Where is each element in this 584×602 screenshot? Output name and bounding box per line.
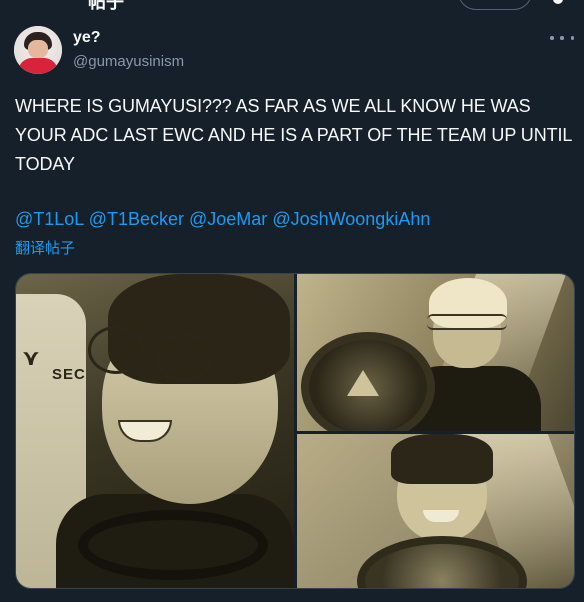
translate-post-link[interactable]: 翻译帖子 (15, 239, 75, 259)
photo-player-glasses[interactable]: ⋎ SEC (16, 274, 294, 588)
top-bar: 帖子 (0, 0, 584, 12)
glasses-right-lens (156, 334, 212, 382)
headphones (78, 510, 268, 580)
subscribe-button[interactable] (458, 0, 532, 10)
glasses-left-lens (88, 326, 144, 374)
media-grid: ⋎ SEC (15, 273, 575, 589)
more-horizontal-icon[interactable] (550, 30, 574, 46)
photo-player-trophy-blonde[interactable] (297, 274, 574, 431)
mention-link[interactable]: @T1LoL (15, 209, 84, 229)
mention-link[interactable]: @T1Becker (89, 209, 184, 229)
more-options-icon[interactable] (553, 0, 563, 4)
trophy-emblem-icon (347, 370, 379, 396)
author-handle[interactable]: @gumayusinism (73, 52, 184, 72)
mention-link[interactable]: @JoeMar (189, 209, 267, 229)
sponsor-logo-text: SEC (52, 366, 86, 383)
photo-player-trophy-smile[interactable] (297, 434, 574, 588)
author-display-name[interactable]: ye? (73, 28, 101, 48)
mentions-line: @T1LoL @T1Becker @JoeMar @JoshWoongkiAhn (15, 206, 430, 232)
hair (391, 434, 493, 484)
glasses (427, 314, 507, 330)
sponsor-logo-icon: ⋎ (22, 346, 40, 371)
tweet-text: WHERE IS GUMAYUSI??? AS FAR AS WE ALL KN… (15, 96, 572, 174)
page-title: 帖子 (88, 0, 124, 12)
avatar[interactable] (14, 26, 62, 74)
mention-link[interactable]: @JoshWoongkiAhn (272, 209, 430, 229)
